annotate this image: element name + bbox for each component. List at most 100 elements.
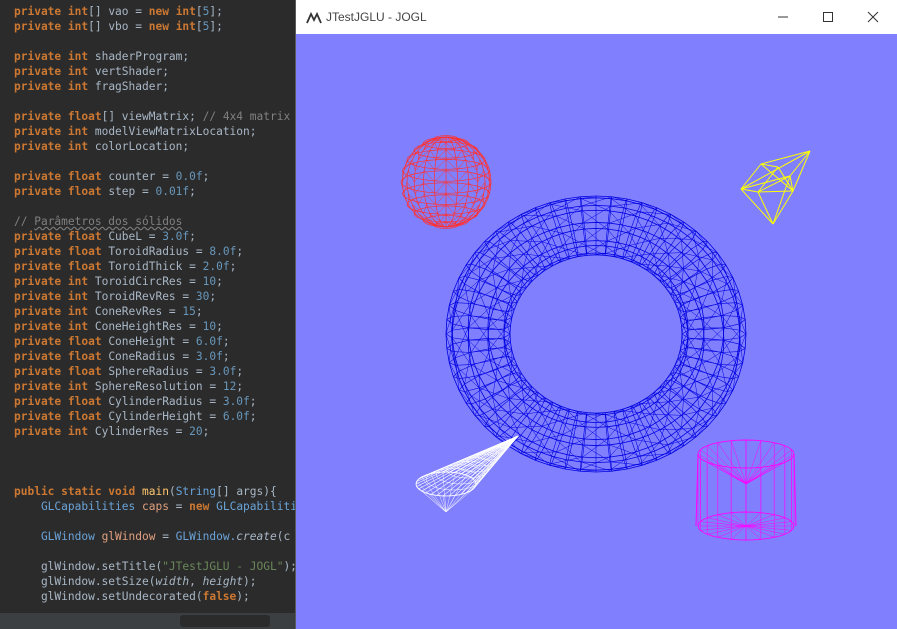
code-line[interactable]: private int ToroidRevRes = 30; xyxy=(14,289,300,304)
code-line[interactable]: private float SphereRadius = 3.0f; xyxy=(14,364,300,379)
code-line[interactable]: private int ToroidCircRes = 10; xyxy=(14,274,300,289)
code-line[interactable]: private int vertShader; xyxy=(14,64,300,79)
code-editor[interactable]: private int[] vao = new int[5]; private i… xyxy=(0,0,300,629)
editor-footer-tab[interactable] xyxy=(180,615,270,627)
code-token: = xyxy=(168,500,190,513)
code-line[interactable] xyxy=(14,454,300,469)
code-token: shaderProgram; xyxy=(94,50,190,63)
code-token: [] vbo = xyxy=(88,20,149,33)
code-line[interactable] xyxy=(14,439,300,454)
code-line[interactable] xyxy=(14,469,300,484)
code-line[interactable] xyxy=(14,154,300,169)
code-line[interactable]: GLCapabilities caps = new GLCapabilities… xyxy=(14,499,300,514)
code-line[interactable]: private int fragShader; xyxy=(14,79,300,94)
code-line[interactable]: private float ToroidRadius = 8.0f; xyxy=(14,244,300,259)
code-line[interactable]: public static void main(String[] args){ xyxy=(14,484,300,499)
code-token: ]; xyxy=(209,5,223,18)
code-line[interactable] xyxy=(14,34,300,49)
code-token: height xyxy=(202,575,244,588)
code-token: glWindow xyxy=(101,530,156,543)
close-button[interactable] xyxy=(850,0,895,34)
gl-canvas[interactable] xyxy=(296,34,897,629)
code-token: ; xyxy=(229,260,237,273)
code-line[interactable]: private float[] viewMatrix; // 4x4 matri… xyxy=(14,109,300,124)
window-titlebar[interactable]: JTestJGLU - JOGL xyxy=(296,0,897,34)
code-token: new xyxy=(189,500,217,513)
code-line[interactable] xyxy=(14,199,300,214)
code-line[interactable]: glWindow.setUndecorated(false); xyxy=(14,589,300,604)
code-line[interactable]: glWindow.setSize(width, height); xyxy=(14,574,300,589)
code-token: private xyxy=(14,5,68,18)
code-token: counter = xyxy=(108,170,176,183)
code-token: private xyxy=(14,350,68,363)
code-line[interactable]: private int SphereResolution = 12; xyxy=(14,379,300,394)
code-token: private xyxy=(14,140,68,153)
code-line[interactable]: private int ConeHeightRes = 10; xyxy=(14,319,300,334)
code-token: 20 xyxy=(189,425,203,438)
code-token: private xyxy=(14,290,68,303)
code-token: float xyxy=(67,395,109,408)
code-line[interactable]: glWindow.setTitle("JTestJGLU - JOGL"); xyxy=(14,559,300,574)
code-token: CylinderRadius = xyxy=(108,395,223,408)
code-line[interactable]: private int CylinderRes = 20; xyxy=(14,424,300,439)
code-line[interactable]: private float counter = 0.0f; xyxy=(14,169,300,184)
code-token: int xyxy=(67,65,95,78)
code-line[interactable]: GLWindow glWindow = GLWindow.create(c xyxy=(14,529,300,544)
code-line[interactable]: // Parâmetros dos sólidos xyxy=(14,214,300,229)
code-line[interactable]: private int modelViewMatrixLocation; xyxy=(14,124,300,139)
code-token: // 4x4 matrix xyxy=(202,110,291,123)
code-token: ; xyxy=(236,380,244,393)
code-token: float xyxy=(67,410,109,423)
code-token: ; xyxy=(249,410,257,423)
code-line[interactable] xyxy=(14,544,300,559)
code-token: 0.0f xyxy=(175,170,203,183)
jogl-window[interactable]: JTestJGLU - JOGL xyxy=(296,0,897,629)
maximize-icon xyxy=(822,12,833,22)
code-token: modelViewMatrixLocation; xyxy=(94,125,257,138)
code-line[interactable]: private int ConeRevRes = 15; xyxy=(14,304,300,319)
code-token: private xyxy=(14,365,68,378)
code-token: 3.0f xyxy=(222,395,250,408)
code-lines[interactable]: private int[] vao = new int[5]; private i… xyxy=(14,4,300,604)
code-line[interactable]: private int colorLocation; xyxy=(14,139,300,154)
code-token: private xyxy=(14,275,68,288)
code-line[interactable]: private float CylinderHeight = 6.0f; xyxy=(14,409,300,424)
code-line[interactable] xyxy=(14,94,300,109)
code-token: ConeRevRes = xyxy=(94,305,183,318)
code-token: 3.0f xyxy=(209,365,237,378)
code-token: private xyxy=(14,320,68,333)
minimize-icon xyxy=(777,16,788,18)
code-line[interactable]: private float ConeHeight = 6.0f; xyxy=(14,334,300,349)
code-token: ToroidRevRes = xyxy=(94,290,196,303)
maximize-button[interactable] xyxy=(805,0,850,34)
code-line[interactable]: private float CylinderRadius = 3.0f; xyxy=(14,394,300,409)
code-token: create xyxy=(236,530,277,543)
code-line[interactable]: private int[] vbo = new int[5]; xyxy=(14,19,300,34)
code-token: GLCapabilities xyxy=(14,500,142,513)
code-line[interactable]: private float CubeL = 3.0f; xyxy=(14,229,300,244)
code-token: 6.0f xyxy=(195,335,223,348)
code-token: ; xyxy=(222,350,230,363)
code-line[interactable]: private int[] vao = new int[5]; xyxy=(14,4,300,19)
code-line[interactable]: private float ConeRadius = 3.0f; xyxy=(14,349,300,364)
code-token: ; xyxy=(189,230,196,243)
editor-status-bar xyxy=(0,613,300,629)
code-line[interactable]: private float step = 0.01f; xyxy=(14,184,300,199)
code-token: private xyxy=(14,80,68,93)
code-token: [] vao = xyxy=(88,5,149,18)
code-line[interactable]: private float ToroidThick = 2.0f; xyxy=(14,259,300,274)
code-line[interactable]: private int shaderProgram; xyxy=(14,49,300,64)
minimize-button[interactable] xyxy=(760,0,805,34)
code-token: ); xyxy=(243,575,257,588)
code-token: = xyxy=(155,530,176,543)
code-token: int xyxy=(175,5,196,18)
code-token: 10 xyxy=(202,320,217,333)
code-token: Parâmetros dos sólidos xyxy=(34,215,183,228)
code-token: int xyxy=(175,20,196,33)
jogl-icon xyxy=(306,10,322,24)
code-line[interactable] xyxy=(14,514,300,529)
cylinder-wireframe xyxy=(695,439,797,541)
code-token: private xyxy=(14,170,68,183)
code-token: ( xyxy=(168,485,176,498)
code-token: int xyxy=(67,275,95,288)
